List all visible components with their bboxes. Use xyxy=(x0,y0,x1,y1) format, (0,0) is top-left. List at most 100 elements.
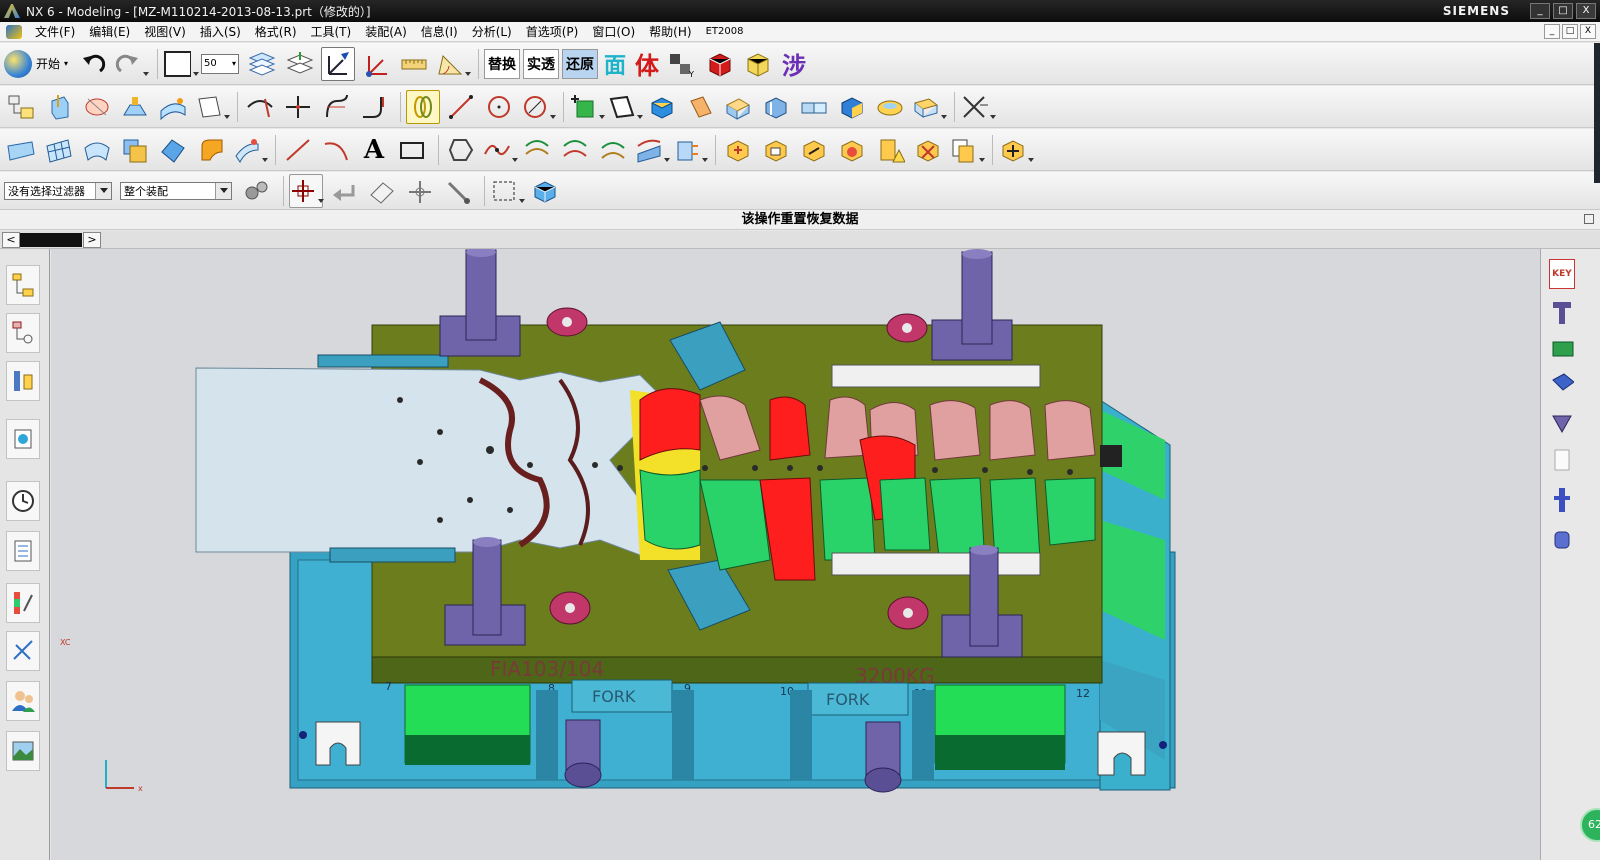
zoom-select[interactable]: 50 ▾ xyxy=(201,53,240,74)
suppress-feature-tool[interactable] xyxy=(835,133,869,167)
reuse-library-tab[interactable] xyxy=(6,419,40,459)
pin-icon[interactable] xyxy=(1584,214,1594,224)
restore-view-button[interactable]: 还原 xyxy=(562,48,599,79)
nav-right-button[interactable]: > xyxy=(83,232,101,248)
face-filter-button[interactable]: 面 xyxy=(601,49,629,79)
menu-preferences[interactable]: 首选项(P) xyxy=(519,23,586,40)
doc-minimize-button[interactable]: _ xyxy=(1544,24,1560,39)
move-to-layer-button[interactable] xyxy=(283,47,317,81)
replace-button[interactable]: 替换 xyxy=(484,48,521,79)
warning-feature-tool[interactable] xyxy=(873,133,907,167)
die-assembly-model[interactable]: FIA103/104 3200KG FORK FORK 7 8 9 10 11 … xyxy=(51,249,1540,860)
cone-tool[interactable] xyxy=(721,90,755,124)
menu-information[interactable]: 信息(I) xyxy=(414,23,465,40)
draft-tool[interactable] xyxy=(118,90,152,124)
delete-feature-tool[interactable] xyxy=(911,133,945,167)
undo-button[interactable] xyxy=(76,47,110,81)
roles-tab[interactable] xyxy=(6,681,40,721)
text-tool[interactable]: A xyxy=(357,133,391,167)
menu-view[interactable]: 视图(V) xyxy=(137,23,193,40)
face-blend-tool[interactable] xyxy=(194,133,228,167)
line-tool[interactable] xyxy=(444,90,478,124)
red-cube-button[interactable] xyxy=(703,47,737,81)
menu-format[interactable]: 格式(R) xyxy=(248,23,304,40)
join-curve-tool[interactable] xyxy=(596,133,630,167)
measure-distance-button[interactable] xyxy=(397,47,431,81)
intersect-tool[interactable] xyxy=(873,90,907,124)
replay-tool[interactable] xyxy=(797,133,831,167)
fillet-curve-tool[interactable] xyxy=(357,90,391,124)
polygon-tool[interactable] xyxy=(444,133,478,167)
spline-tool[interactable] xyxy=(482,133,516,167)
bounded-plane-tool[interactable] xyxy=(118,133,152,167)
studio-surface-tool[interactable] xyxy=(80,133,114,167)
steps-button[interactable]: 涉 xyxy=(779,49,809,80)
web-browser-tab[interactable] xyxy=(6,731,40,771)
key-tool[interactable]: KEY xyxy=(1549,259,1575,289)
t-slot-tool[interactable] xyxy=(1549,297,1575,327)
split-curve-tool[interactable] xyxy=(281,90,315,124)
subtract-tool[interactable] xyxy=(835,90,869,124)
blue-plate-tool[interactable] xyxy=(1549,369,1575,399)
sphere-tool[interactable] xyxy=(759,90,793,124)
revolve-tool[interactable] xyxy=(80,90,114,124)
circle-tool[interactable] xyxy=(482,90,516,124)
snap-point-selector[interactable] xyxy=(289,173,323,208)
menu-help[interactable]: 帮助(H) xyxy=(642,23,698,40)
menu-analysis[interactable]: 分析(L) xyxy=(465,23,519,40)
bridge-curve-tool[interactable] xyxy=(319,90,353,124)
offset-curve-tool[interactable] xyxy=(520,133,554,167)
edit-feature-tool[interactable] xyxy=(721,133,755,167)
wcs-orient-button[interactable] xyxy=(359,47,393,81)
app-menu-icon[interactable] xyxy=(6,24,22,39)
start-button[interactable]: 开始 ▾ xyxy=(4,49,68,78)
close-button[interactable]: X xyxy=(1576,3,1596,19)
display-mode-button[interactable] xyxy=(163,47,197,81)
toolbar-scrollbar[interactable] xyxy=(1594,43,1600,183)
ruled-surface-tool[interactable] xyxy=(232,133,266,167)
menu-insert[interactable]: 插入(S) xyxy=(193,23,248,40)
layer-settings-button[interactable] xyxy=(245,47,279,81)
menu-file[interactable]: 文件(F) xyxy=(28,23,82,40)
mesh-surface-tool[interactable] xyxy=(42,133,76,167)
green-block-tool[interactable] xyxy=(1549,333,1575,363)
wcs-dynamics-button[interactable] xyxy=(321,46,356,81)
nav-scroll-thumb[interactable] xyxy=(20,233,82,247)
datum-plane-tool[interactable] xyxy=(194,90,228,124)
project-curve-tool[interactable] xyxy=(558,133,592,167)
doc-restore-button[interactable]: □ xyxy=(1562,24,1578,39)
extrude-tool[interactable] xyxy=(42,90,76,124)
menu-et2008[interactable]: ET2008 xyxy=(699,26,751,37)
measure-angle-button[interactable] xyxy=(435,47,469,81)
ide-tab[interactable] xyxy=(6,631,40,671)
new-sheet-tool[interactable] xyxy=(607,90,641,124)
deselect-button[interactable] xyxy=(327,174,361,208)
history-tab[interactable] xyxy=(6,481,40,521)
add-component-tool[interactable] xyxy=(569,90,603,124)
doc-close-button[interactable]: X xyxy=(1580,24,1596,39)
constraint-navigator-tab[interactable] xyxy=(6,313,40,353)
nav-left-button[interactable]: < xyxy=(2,232,20,248)
point-constructor-button[interactable] xyxy=(403,174,437,208)
selection-scope-select[interactable]: 整个装配 xyxy=(120,181,232,200)
coordinate-button[interactable]: Y xyxy=(665,47,699,81)
extract-geometry-tool[interactable] xyxy=(672,133,706,167)
menu-assembly[interactable]: 装配(A) xyxy=(358,23,414,40)
unite-tool[interactable] xyxy=(797,90,831,124)
system-materials-tab[interactable] xyxy=(6,531,40,571)
restore-button[interactable]: □ xyxy=(1553,3,1573,19)
edit-parameters-tool[interactable] xyxy=(759,133,793,167)
wrap-curve-tool[interactable] xyxy=(634,133,668,167)
swoop-tool[interactable] xyxy=(156,133,190,167)
blank-tool[interactable] xyxy=(1549,445,1575,475)
type-filter-select[interactable]: 没有选择过滤器 xyxy=(4,181,112,200)
snap-point-toggle[interactable] xyxy=(406,89,440,124)
trim-curve-tool[interactable] xyxy=(243,90,277,124)
select-body-button[interactable] xyxy=(528,174,562,208)
sketch-arc-tool[interactable] xyxy=(319,133,353,167)
minimize-button[interactable]: _ xyxy=(1530,3,1550,19)
menu-edit[interactable]: 编辑(E) xyxy=(82,23,137,40)
menu-tools[interactable]: 工具(T) xyxy=(304,23,359,40)
thicken-tool[interactable] xyxy=(911,90,945,124)
visualization-tab[interactable] xyxy=(6,583,40,623)
